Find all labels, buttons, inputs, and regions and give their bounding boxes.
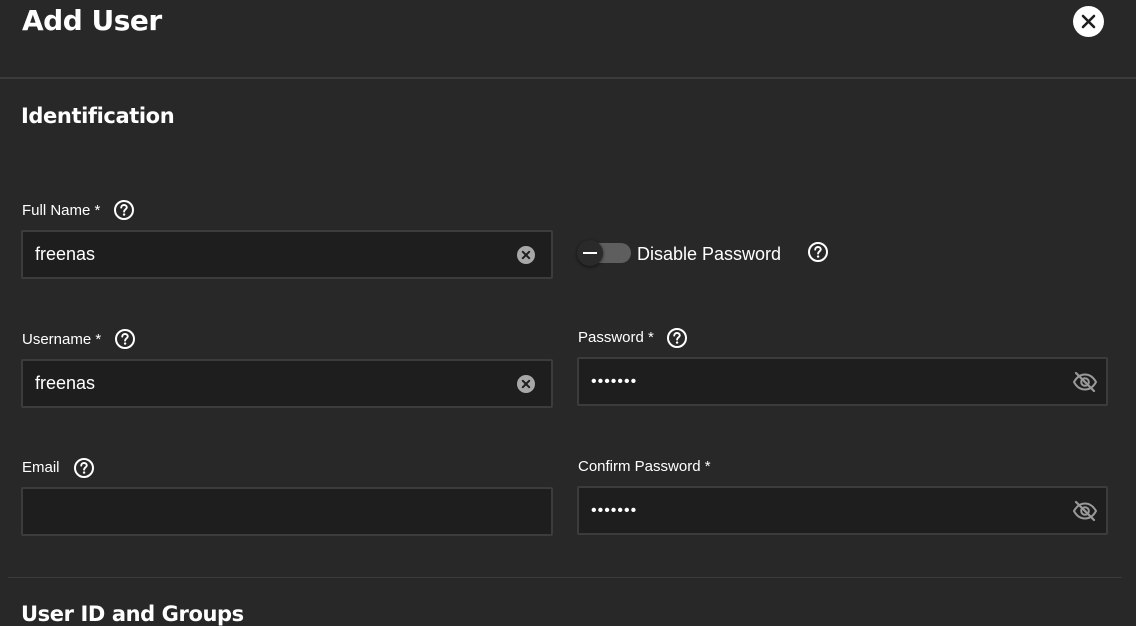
eye-off-icon[interactable] [1072,370,1098,394]
section-divider [8,577,1122,578]
password-label: Password * [578,329,654,346]
section-title-identification: Identification [21,104,175,128]
toggle-thumb [577,240,603,266]
help-icon[interactable] [73,457,95,479]
full-name-label: Full Name * [22,202,101,219]
help-icon[interactable] [113,199,135,221]
email-label: Email [22,459,60,476]
confirm-password-field[interactable] [577,486,1108,535]
help-icon[interactable] [807,241,829,263]
dialog-header: Add User [0,0,1136,79]
username-label: Username * [22,331,102,348]
password-field[interactable] [577,357,1108,406]
clear-icon[interactable] [516,374,536,394]
eye-off-icon[interactable] [1072,499,1098,523]
password-input[interactable] [579,359,1106,404]
email-input[interactable] [23,489,551,534]
username-input[interactable] [23,361,551,406]
disable-password-label: Disable Password [637,244,782,264]
email-field[interactable] [21,487,553,536]
username-field[interactable] [21,359,553,408]
disable-password-toggle[interactable] [577,240,632,266]
help-icon[interactable] [666,327,688,349]
full-name-input[interactable] [23,232,551,277]
confirm-password-label: Confirm Password * [578,458,711,475]
close-button[interactable] [1073,6,1104,37]
page-title: Add User [22,4,162,37]
clear-icon[interactable] [516,245,536,265]
full-name-field[interactable] [21,230,553,279]
close-icon [1081,14,1096,29]
confirm-password-input[interactable] [579,488,1106,533]
help-icon[interactable] [114,328,136,350]
section-title-user-id-groups: User ID and Groups [21,602,244,626]
